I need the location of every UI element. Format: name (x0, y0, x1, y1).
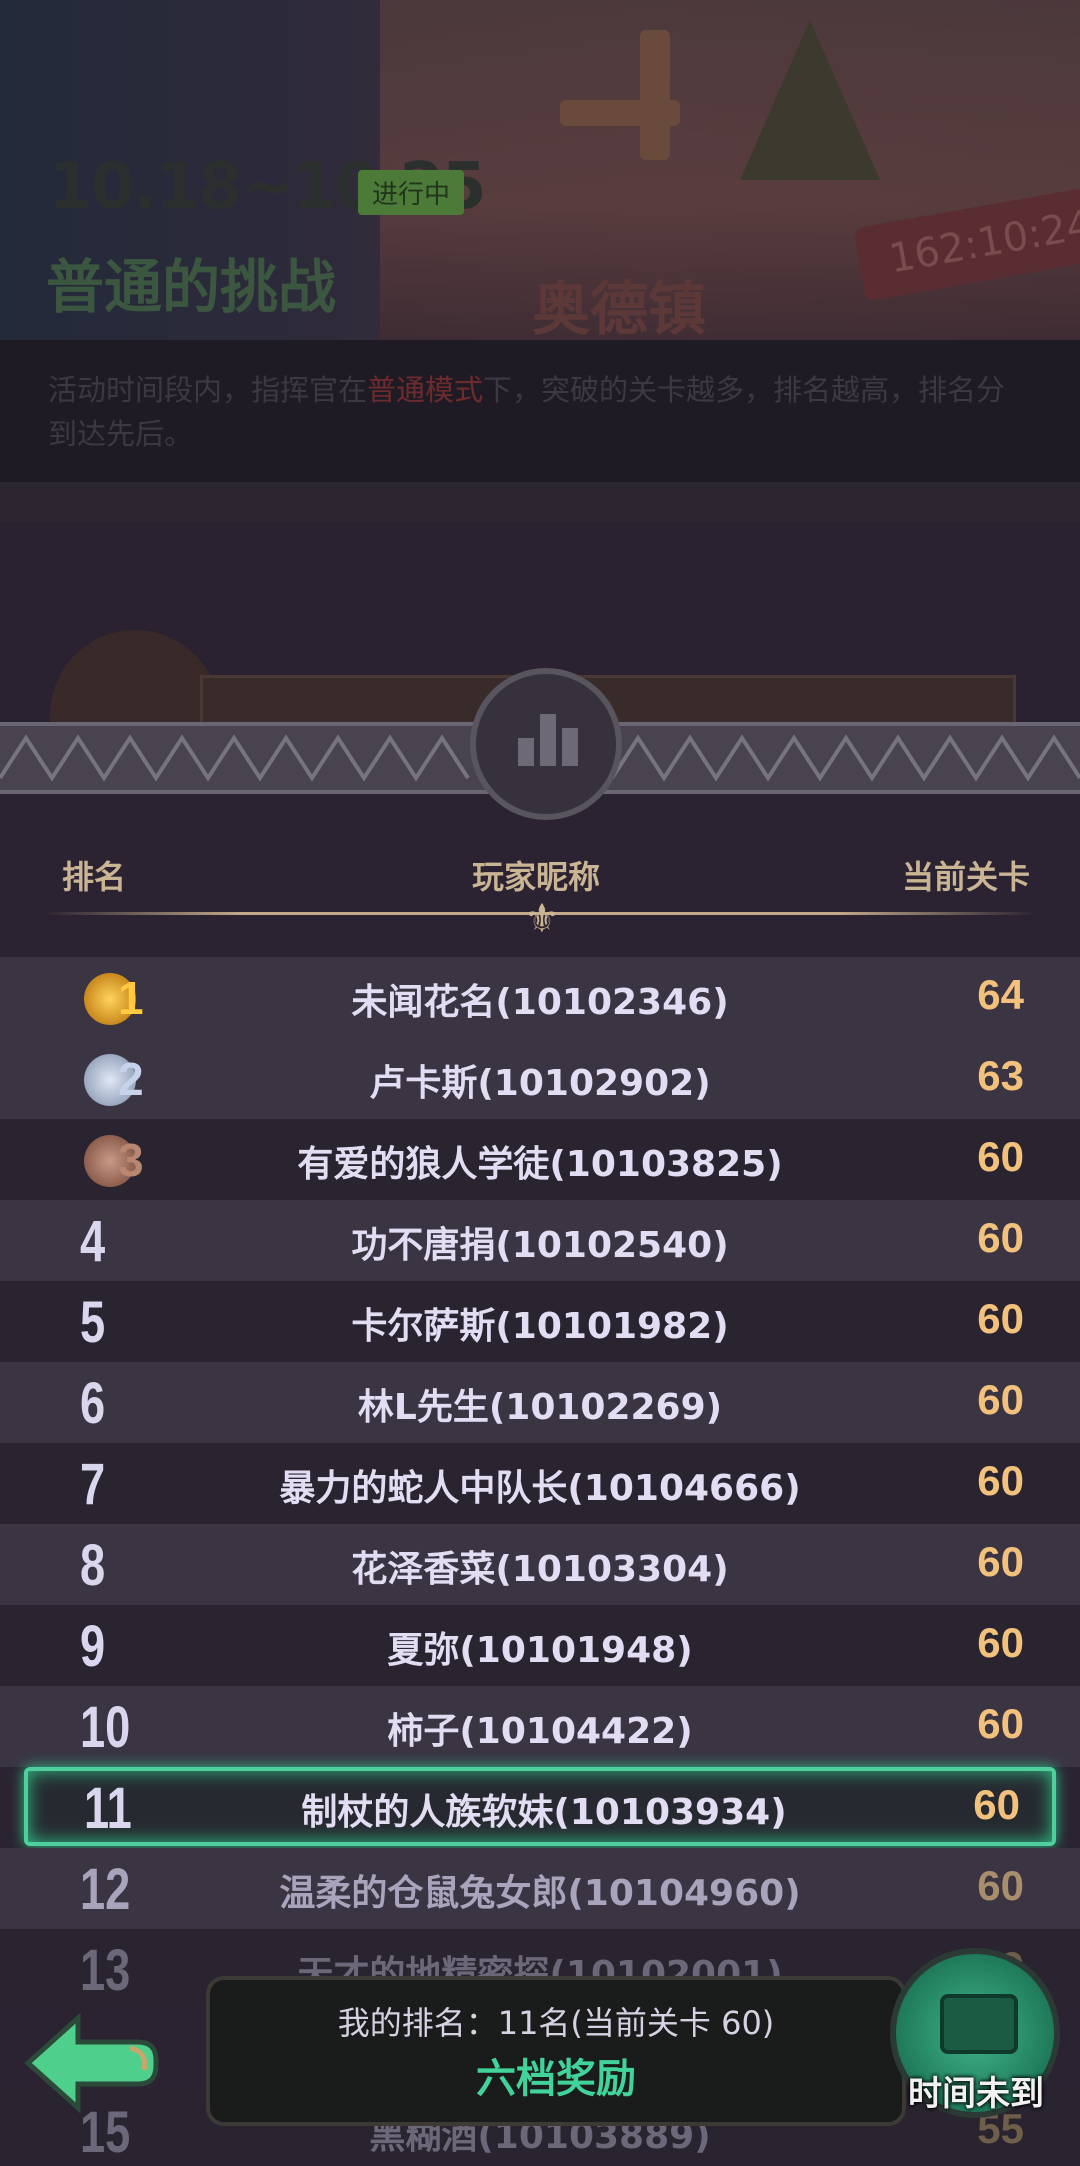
header-nickname: 玩家昵称 (472, 858, 601, 896)
table-row[interactable]: 4 功不唐捐(10102540) 60 (0, 1200, 1080, 1281)
table-row[interactable]: 7 暴力的蛇人中队长(10104666) 60 (0, 1443, 1080, 1524)
description-text: 活动时间段内，指挥官在 (48, 373, 368, 407)
table-row[interactable]: 10 柿子(10104422) 60 (0, 1686, 1080, 1767)
player-stage: 60 (977, 1214, 1024, 1261)
description-mode: 普通模式 (367, 373, 484, 407)
player-stage: 60 (977, 1538, 1024, 1585)
back-arrow-icon (24, 2012, 159, 2114)
player-name: 卢卡斯(10102902) (369, 1063, 711, 1104)
my-rank-text: 我的排名：11名(当前关卡 60) (337, 2004, 775, 2042)
pipe-decoration (560, 100, 680, 126)
divider-band (0, 482, 1080, 522)
reward-tier-link[interactable]: 六档奖励 (210, 2046, 902, 2104)
table-row[interactable]: 5 卡尔萨斯(10101982) 60 (0, 1281, 1080, 1362)
event-banner: 10.18~10.25 进行中 普通的挑战 奥德镇 162:10:24 (0, 0, 1080, 340)
player-name: 花泽香菜(10103304) (351, 1549, 729, 1590)
player-stage: 60 (977, 1619, 1024, 1666)
event-status-badge: 进行中 (358, 170, 465, 215)
player-stage: 60 (977, 1376, 1024, 1423)
treasure-chest-icon (940, 1994, 1018, 2054)
table-row[interactable]: 6 林L先生(10102269) 60 (0, 1362, 1080, 1443)
event-description: 活动时间段内，指挥官在普通模式下，突破的关卡越多，排名越高，排名分到达先后。 (0, 340, 1080, 482)
table-row[interactable]: 3 有爱的狼人学徒(10103825) 60 (0, 1119, 1080, 1200)
player-stage: 60 (977, 1700, 1024, 1747)
player-name: 暴力的蛇人中队长(10104666) (279, 1468, 801, 1509)
player-stage: 60 (977, 1295, 1024, 1342)
my-rank-panel: 我的排名：11名(当前关卡 60) 六档奖励 (206, 1976, 906, 2126)
player-name: 制杖的人族软妹(10103934) (301, 1792, 787, 1833)
my-table-row[interactable]: 11 制杖的人族软妹(10103934) 60 (24, 1767, 1056, 1846)
leaderboard-icon (470, 668, 622, 820)
player-name: 功不唐捐(10102540) (351, 1225, 729, 1266)
tree-decoration (740, 20, 880, 180)
player-stage: 60 (977, 1862, 1024, 1909)
player-name: 林L先生(10102269) (357, 1387, 723, 1428)
header-rank: 排名 (62, 858, 127, 896)
pipe-decoration (640, 30, 670, 160)
player-name: 卡尔萨斯(10101982) (351, 1306, 729, 1347)
table-row[interactable]: 2 卢卡斯(10102902) 63 (0, 1038, 1080, 1119)
table-row[interactable]: 8 花泽香菜(10103304) 60 (0, 1524, 1080, 1605)
banner-scene (380, 0, 1080, 340)
player-stage: 63 (977, 1052, 1024, 1099)
player-stage: 60 (977, 1133, 1024, 1180)
player-name: 温柔的仓鼠兔女郎(10104960) (279, 1873, 801, 1914)
player-stage: 60 (973, 1781, 1020, 1828)
table-row[interactable]: 9 夏弥(10101948) 60 (0, 1605, 1080, 1686)
player-name: 柿子(10104422) (387, 1711, 693, 1752)
player-name: 夏弥(10101948) (387, 1630, 693, 1671)
header-stage: 当前关卡 (902, 858, 1031, 896)
player-name: 未闻花名(10102346) (351, 982, 729, 1023)
table-row[interactable]: 12 温柔的仓鼠兔女郎(10104960) 60 (0, 1848, 1080, 1929)
fleur-de-lis-icon: ⚜ (524, 896, 560, 942)
table-row[interactable]: 1 未闻花名(10102346) 64 (0, 957, 1080, 1038)
player-name: 有爱的狼人学徒(10103825) (297, 1144, 783, 1185)
back-button[interactable] (20, 2008, 160, 2118)
chest-status-label: 时间未到 (908, 2074, 1044, 2114)
event-title: 普通的挑战 (46, 253, 337, 321)
player-stage: 64 (977, 971, 1024, 1018)
event-location: 奥德镇 (532, 275, 707, 340)
player-stage: 60 (977, 1457, 1024, 1504)
